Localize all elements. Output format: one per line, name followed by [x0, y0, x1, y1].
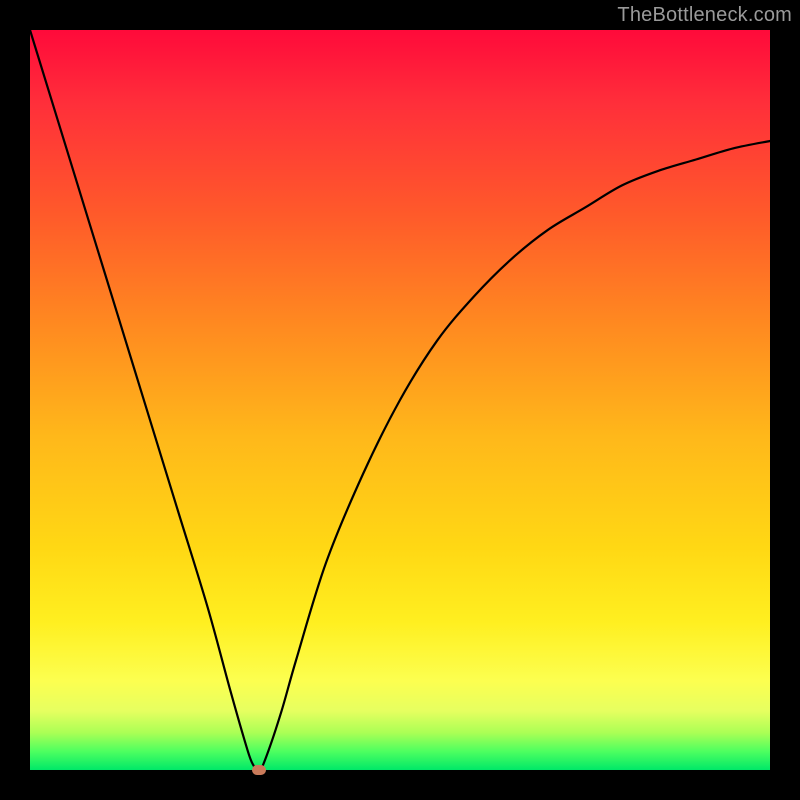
- minimum-marker: [252, 765, 266, 775]
- watermark-text: TheBottleneck.com: [617, 4, 792, 27]
- chart-frame: TheBottleneck.com: [0, 0, 800, 800]
- plot-area: [30, 30, 770, 770]
- bottleneck-curve: [30, 30, 770, 770]
